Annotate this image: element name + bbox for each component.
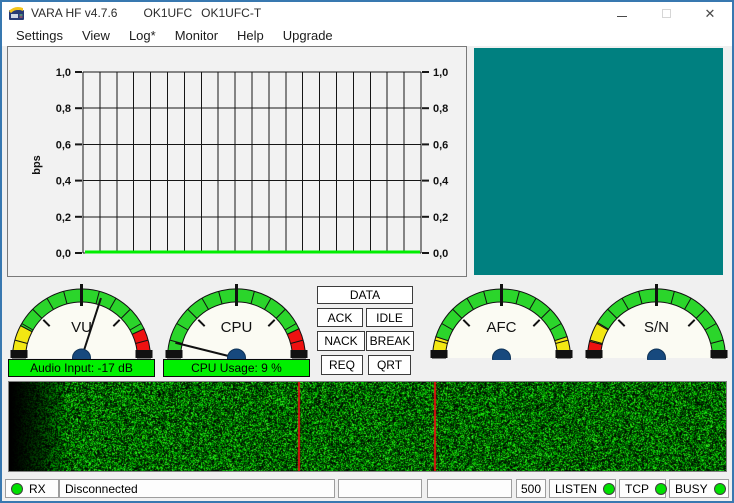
- menu-settings[interactable]: Settings: [10, 26, 69, 45]
- waterfall-canvas: [9, 382, 726, 471]
- indicator-nack: NACK: [317, 331, 365, 351]
- svg-text:1,0: 1,0: [433, 67, 448, 79]
- tcp-status-box: TCP: [619, 479, 666, 498]
- window-title: VARA HF v4.7.6: [31, 6, 117, 20]
- afc-gauge-label: AFC: [428, 319, 575, 336]
- throughput-chart-panel: 1,0 1,0 0,8 0,8 0,6 0,6 0,4 0,4 0,2 0,2 0,0 0,0 bps: [7, 46, 467, 277]
- cpu-gauge-label: CPU: [163, 319, 310, 336]
- busy-label: BUSY: [675, 482, 708, 496]
- vu-gauge: VU Audio Input: -17 dB: [8, 283, 155, 378]
- svg-text:0,6: 0,6: [56, 139, 71, 151]
- menu-help[interactable]: Help: [231, 26, 270, 45]
- callsign-secondary: OK1UFC-T: [201, 6, 261, 20]
- app-icon: [9, 5, 25, 21]
- svg-text:bps: bps: [31, 155, 43, 175]
- close-icon: ✕: [705, 7, 716, 20]
- maximize-icon: [662, 9, 671, 18]
- svg-text:0,4: 0,4: [433, 176, 449, 188]
- rx-label: RX: [29, 482, 46, 496]
- bandwidth-value: 500: [521, 482, 541, 496]
- menu-upgrade[interactable]: Upgrade: [277, 26, 339, 45]
- svg-text:0,0: 0,0: [56, 248, 71, 260]
- listen-status-box: LISTEN: [549, 479, 616, 498]
- status-field-empty-1: [338, 479, 422, 498]
- menu-monitor[interactable]: Monitor: [169, 26, 224, 45]
- vara-hf-window: VARA HF v4.7.6 OK1UFC OK1UFC-T ✕ Setting…: [0, 0, 734, 503]
- title-bar: VARA HF v4.7.6 OK1UFC OK1UFC-T ✕: [2, 2, 732, 24]
- connection-status-box: Disconnected: [59, 479, 335, 498]
- listen-label: LISTEN: [555, 482, 597, 496]
- indicator-idle: IDLE: [366, 308, 413, 327]
- connection-status: Disconnected: [65, 482, 138, 496]
- indicator-req: REQ: [321, 355, 363, 375]
- menu-log[interactable]: Log*: [123, 26, 162, 45]
- rx-status-box: RX: [5, 479, 59, 498]
- svg-text:0,4: 0,4: [56, 176, 72, 188]
- svg-text:0,2: 0,2: [56, 212, 71, 224]
- menu-view[interactable]: View: [76, 26, 116, 45]
- window-controls: ✕: [600, 2, 732, 24]
- minimize-icon: [617, 16, 627, 17]
- indicator-data: DATA: [317, 286, 413, 304]
- indicator-break: BREAK: [366, 331, 414, 351]
- menu-bar: Settings View Log* Monitor Help Upgrade: [2, 24, 732, 46]
- minimize-button[interactable]: [600, 2, 644, 24]
- tcp-label: TCP: [625, 482, 649, 496]
- indicator-ack: ACK: [317, 308, 363, 327]
- maximize-button[interactable]: [644, 2, 688, 24]
- waterfall-display: [8, 381, 727, 472]
- svg-text:1,0: 1,0: [56, 67, 71, 79]
- busy-led: [714, 483, 726, 495]
- svg-text:0,0: 0,0: [433, 248, 448, 260]
- busy-status-box: BUSY: [669, 479, 729, 498]
- afc-gauge: AFC: [428, 283, 575, 360]
- constellation-display: [474, 48, 723, 275]
- indicator-qrt: QRT: [368, 355, 411, 375]
- throughput-chart: 1,0 1,0 0,8 0,8 0,6 0,6 0,4 0,4 0,2 0,2 0,0 0,0 bps: [8, 47, 466, 276]
- sn-gauge: S/N: [583, 283, 730, 360]
- listen-led: [603, 483, 615, 495]
- svg-text:0,2: 0,2: [433, 212, 448, 224]
- svg-text:0,8: 0,8: [56, 103, 71, 115]
- close-button[interactable]: ✕: [688, 2, 732, 24]
- svg-text:0,6: 0,6: [433, 139, 448, 151]
- sn-gauge-label: S/N: [583, 319, 730, 336]
- cpu-gauge: CPU CPU Usage: 9 %: [163, 283, 310, 378]
- bandwidth-box: 500: [516, 479, 546, 498]
- cpu-usage-readout: CPU Usage: 9 %: [163, 359, 310, 377]
- callsign-primary: OK1UFC: [143, 6, 192, 20]
- vu-gauge-label: VU: [8, 319, 155, 336]
- callsigns: OK1UFC OK1UFC-T: [143, 6, 261, 20]
- status-field-empty-2: [427, 479, 512, 498]
- audio-input-readout: Audio Input: -17 dB: [8, 359, 155, 377]
- svg-text:0,8: 0,8: [433, 103, 448, 115]
- tcp-led: [655, 483, 667, 495]
- rx-led: [11, 483, 23, 495]
